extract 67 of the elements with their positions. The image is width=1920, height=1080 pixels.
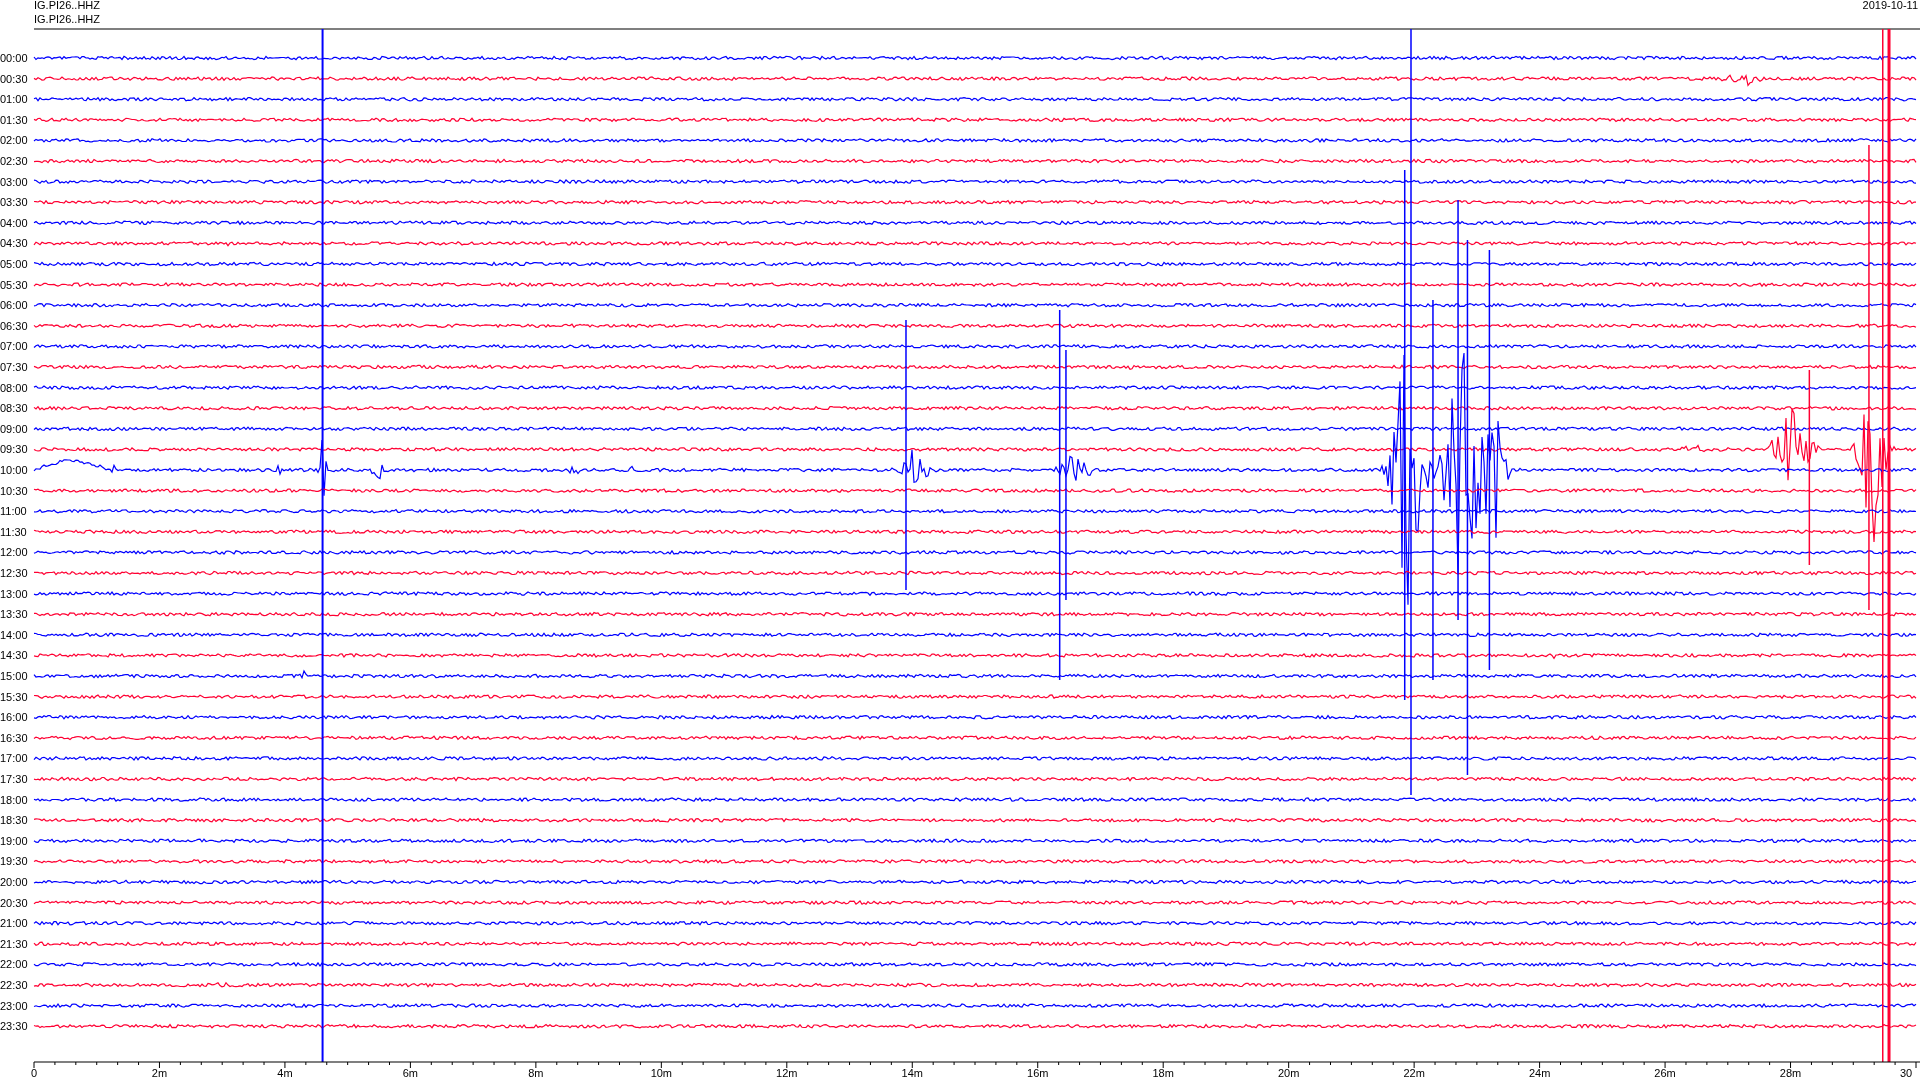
- time-label: 23:00: [0, 999, 28, 1012]
- time-label: 11:30: [0, 525, 27, 538]
- axis-tick-label: 10m: [650, 1067, 673, 1079]
- time-label: 01:00: [0, 93, 28, 106]
- time-label: 10:30: [0, 484, 28, 497]
- time-label: 06:00: [0, 299, 28, 312]
- time-label: 22:00: [0, 958, 28, 971]
- time-label: 17:30: [0, 773, 28, 785]
- time-label: 09:00: [0, 422, 28, 435]
- time-label: 16:30: [0, 731, 28, 744]
- axis-tick-label: 28m: [1779, 1067, 1802, 1079]
- time-label: 17:00: [0, 752, 28, 765]
- axis-tick-label: 12m: [776, 1067, 798, 1079]
- time-label: 11:00: [0, 505, 27, 518]
- time-label: 08:30: [0, 402, 28, 415]
- time-label: 04:00: [0, 216, 28, 229]
- time-label: 02:00: [0, 134, 28, 147]
- time-label: 07:00: [0, 340, 28, 353]
- time-label: 14:00: [0, 628, 28, 641]
- time-label: 16:00: [0, 711, 28, 724]
- axis-tick-label: 24m: [1528, 1067, 1551, 1079]
- time-label: 18:00: [0, 793, 28, 806]
- time-label: 21:00: [0, 917, 28, 930]
- time-label: 05:00: [0, 258, 28, 270]
- time-label: 20:30: [0, 896, 28, 909]
- time-label: 10:00: [0, 464, 28, 476]
- time-label: 15:00: [0, 670, 28, 682]
- station-label: IG.PI26..HHZ: [34, 0, 101, 11]
- time-label: 13:30: [0, 608, 28, 621]
- axis-tick-label: 20m: [1277, 1067, 1300, 1079]
- time-label: 21:30: [0, 937, 28, 950]
- axis-tick-label: 6m: [402, 1067, 419, 1079]
- axis-tick-label: 30: [1899, 1067, 1913, 1079]
- time-label: 05:30: [0, 278, 28, 291]
- time-label: 20:00: [0, 876, 28, 888]
- axis-tick-label: 2m: [151, 1067, 168, 1079]
- time-label: 07:30: [0, 361, 28, 373]
- time-label: 06:30: [0, 319, 28, 332]
- axis-tick-label: 0: [30, 1067, 38, 1079]
- axis-tick-label: 8m: [528, 1067, 544, 1079]
- time-label: 13:00: [0, 587, 28, 600]
- time-label: 18:30: [0, 814, 28, 827]
- time-label: 15:30: [0, 690, 28, 703]
- time-label: 00:00: [0, 52, 28, 64]
- axis-tick-label: 22m: [1403, 1067, 1425, 1079]
- date-label: 2019-10-11: [1862, 0, 1918, 11]
- axis-tick-label: 18m: [1152, 1067, 1174, 1079]
- axis-tick-label: 4m: [277, 1067, 293, 1079]
- time-label: 09:30: [0, 443, 28, 456]
- axis-tick-label: 26m: [1654, 1067, 1676, 1079]
- time-label: 22:30: [0, 979, 28, 991]
- station-label: IG.PI26..HHZ: [34, 13, 101, 25]
- axis-tick-label: 16m: [1027, 1067, 1049, 1079]
- time-label: 14:30: [0, 649, 28, 662]
- time-label: 03:30: [0, 196, 28, 209]
- time-label: 01:30: [0, 113, 28, 126]
- time-label: 12:00: [0, 546, 28, 559]
- time-label: 19:00: [0, 834, 28, 847]
- time-label: 23:30: [0, 1020, 28, 1033]
- time-label: 02:30: [0, 155, 28, 167]
- time-label: 12:30: [0, 567, 28, 579]
- time-label: 19:30: [0, 855, 28, 868]
- time-label: 04:30: [0, 237, 28, 250]
- time-label: 08:00: [0, 381, 28, 394]
- time-label: 03:00: [0, 175, 28, 188]
- axis-tick-label: 14m: [901, 1067, 923, 1079]
- time-label: 00:30: [0, 72, 28, 85]
